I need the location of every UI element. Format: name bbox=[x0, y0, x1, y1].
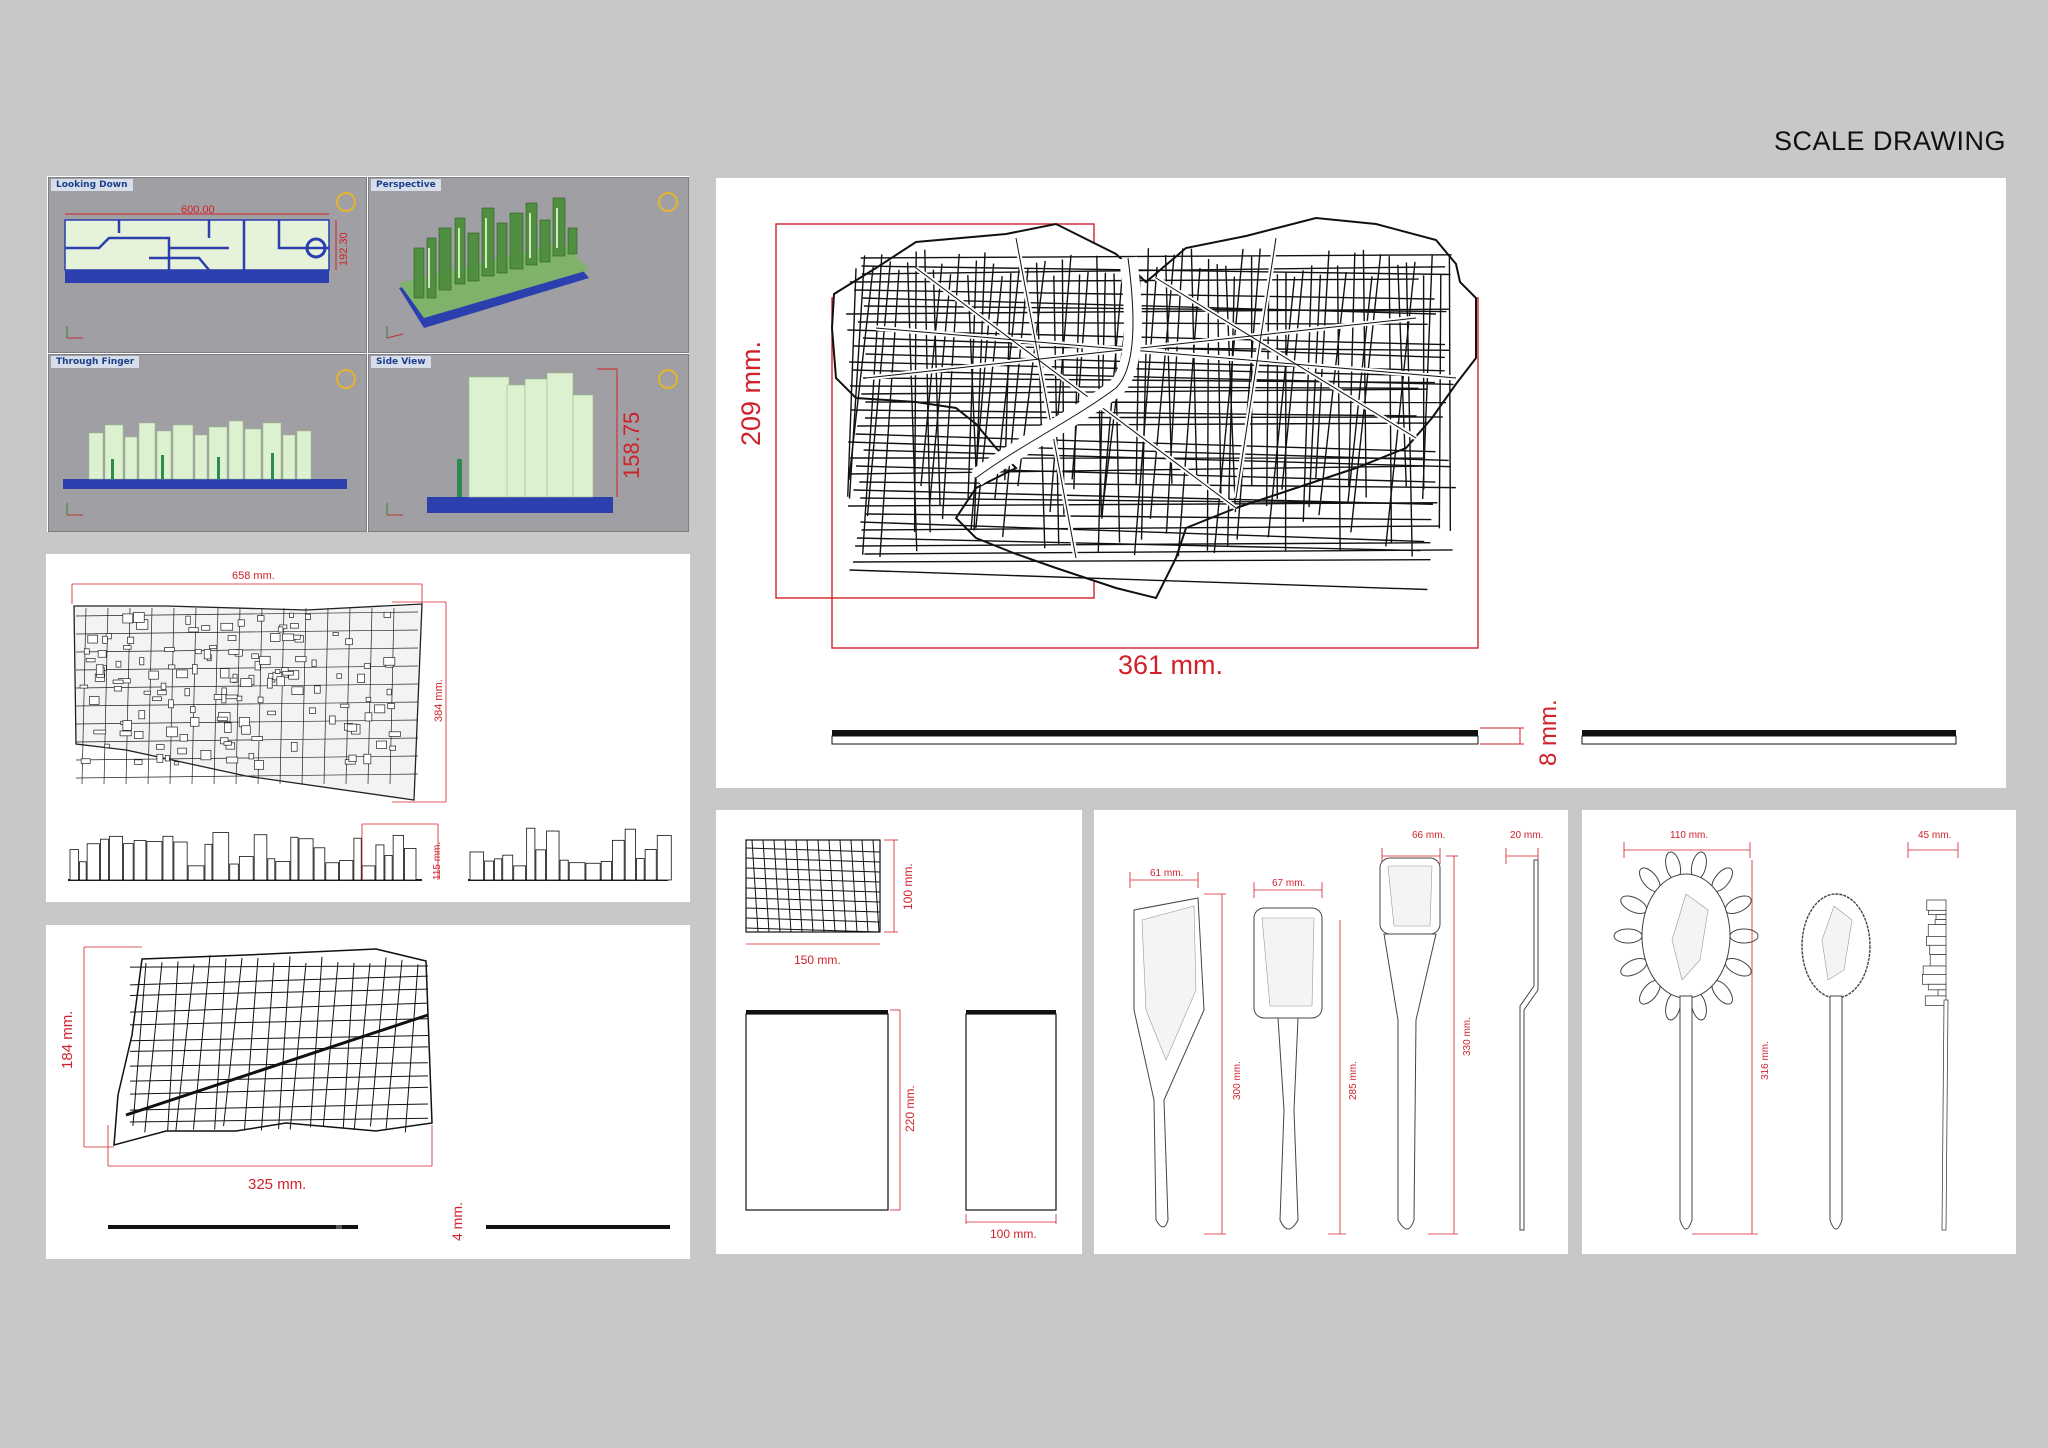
dim-side-height: 158.75 bbox=[619, 412, 644, 479]
dim-top-depth: 192.30 bbox=[338, 232, 350, 266]
dim-tile-height: 100 mm. bbox=[901, 863, 915, 910]
large-map-panel: 209 mm. 361 mm. 8 mm. bbox=[716, 178, 2006, 788]
dim-city-width: 658 mm. bbox=[232, 570, 275, 582]
dim-spoon-length: 316 mm. bbox=[1760, 1041, 1771, 1080]
city-model-drawing: 658 mm. 384 mm. 115 mm. bbox=[68, 570, 672, 881]
spoon-panel: 110 mm. 45 mm. 316 mm. bbox=[1582, 810, 2016, 1254]
spatula-panel: 61 mm. 67 mm. 66 mm. 20 mm. 300 mm. 285 … bbox=[1094, 810, 1568, 1254]
page-title: SCALE DRAWING bbox=[1773, 126, 2006, 156]
dim-spatula3-width: 66 mm. bbox=[1412, 830, 1445, 841]
dim-spatula2-width: 67 mm. bbox=[1272, 878, 1305, 889]
dim-top-width: 600.00 bbox=[181, 204, 215, 216]
dim-spatula1-length: 300 mm. bbox=[1232, 1061, 1243, 1100]
viewport-through-finger[interactable]: Through Finger bbox=[48, 354, 367, 532]
dim-box-width: 100 mm. bbox=[990, 1227, 1037, 1241]
viewport-looking-down[interactable]: Looking Down 600.00 192.30 bbox=[48, 177, 367, 353]
box-panel: 100 mm. 150 mm. 220 mm. 100 mm. bbox=[716, 810, 1082, 1254]
large-map-drawing: 209 mm. 361 mm. 8 mm. bbox=[736, 216, 1957, 766]
dim-box-height: 220 mm. bbox=[903, 1085, 917, 1132]
spatula-drawing: 61 mm. 67 mm. 66 mm. 20 mm. 300 mm. 285 … bbox=[1129, 830, 1543, 1235]
small-map-drawing: 184 mm. 325 mm. 4 mm. bbox=[59, 946, 670, 1241]
dim-large-map-height: 209 mm. bbox=[736, 341, 766, 446]
dim-small-map-thickness: 4 mm. bbox=[449, 1202, 465, 1241]
dim-ladle-width: 45 mm. bbox=[1918, 830, 1951, 841]
dim-large-map-width: 361 mm. bbox=[1118, 650, 1223, 680]
city-model-panel: 658 mm. 384 mm. 115 mm. bbox=[46, 554, 690, 902]
top-view-drawing: 600.00 192.30 bbox=[64, 204, 350, 339]
viewport-side-view[interactable]: Side View 158.75 bbox=[368, 354, 689, 532]
dim-spatula2-length: 285 mm. bbox=[1348, 1061, 1359, 1100]
dim-large-map-thickness: 8 mm. bbox=[1535, 699, 1562, 766]
perspective-drawing bbox=[386, 197, 589, 339]
box-drawing: 100 mm. 150 mm. 220 mm. 100 mm. bbox=[745, 839, 1057, 1241]
small-map-panel: 184 mm. 325 mm. 4 mm. bbox=[46, 925, 690, 1259]
spoon-drawing: 110 mm. 45 mm. 316 mm. bbox=[1613, 830, 1959, 1235]
viewport-perspective[interactable]: Perspective bbox=[368, 177, 689, 353]
dim-spoon-width: 110 mm. bbox=[1670, 830, 1708, 841]
dim-small-map-width: 325 mm. bbox=[248, 1176, 306, 1193]
dim-tile-width: 150 mm. bbox=[794, 953, 841, 967]
dim-city-depth: 384 mm. bbox=[433, 679, 445, 722]
dim-spatula3-length: 330 mm. bbox=[1462, 1017, 1473, 1056]
dim-spatula4-width: 20 mm. bbox=[1510, 830, 1543, 841]
dim-spatula1-width: 61 mm. bbox=[1150, 868, 1183, 879]
side-view-drawing: 158.75 bbox=[386, 368, 644, 516]
dim-skyline-height: 115 mm. bbox=[432, 842, 443, 880]
rhino-viewports-panel: Looking Down 600.00 192.30 Perspective T… bbox=[47, 176, 689, 532]
front-view-drawing bbox=[63, 420, 347, 516]
dim-small-map-height: 184 mm. bbox=[59, 1011, 76, 1069]
